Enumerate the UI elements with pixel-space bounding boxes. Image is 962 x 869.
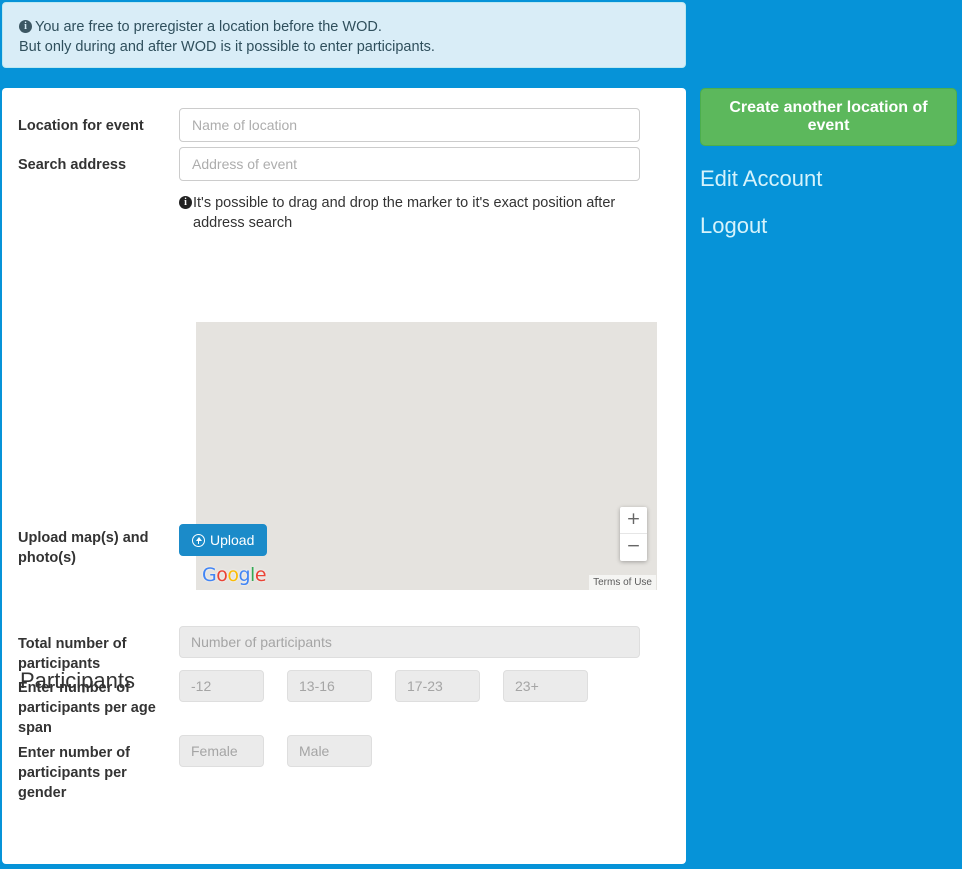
- age-input-13-16[interactable]: [287, 670, 372, 702]
- location-input[interactable]: [179, 108, 640, 142]
- info-alert: i You are free to preregister a location…: [2, 2, 686, 68]
- age-span-field-col: [179, 670, 668, 702]
- gender-input-male[interactable]: [287, 735, 372, 767]
- sidebar-link-logout[interactable]: Logout: [700, 212, 962, 240]
- sidebar: Create another location of event Edit Ac…: [690, 88, 962, 240]
- age-input-under-12[interactable]: [179, 670, 264, 702]
- info-circle-icon: i: [19, 20, 32, 33]
- age-span-label: Enter number of participants per age spa…: [18, 680, 156, 736]
- upload-button[interactable]: Upload: [179, 524, 268, 556]
- google-logo: Google: [202, 566, 267, 585]
- sidebar-link-edit-account[interactable]: Edit Account: [700, 165, 962, 193]
- gender-label: Enter number of participants per gender: [18, 745, 130, 801]
- gender-row: Enter number of participants per gender: [18, 735, 668, 803]
- address-label: Search address: [18, 157, 127, 173]
- gender-inputs: [179, 735, 668, 767]
- terms-of-use-link[interactable]: Terms of Use: [589, 575, 656, 590]
- create-another-location-button[interactable]: Create another location of event: [700, 88, 957, 146]
- alert-line-2: But only during and after WOD is it poss…: [19, 39, 435, 55]
- total-participants-label: Total number of participants: [18, 636, 127, 672]
- address-field-col: i It's possible to drag and drop the mar…: [179, 147, 668, 233]
- event-form-card: Location for event Search address i It's…: [2, 88, 686, 864]
- gender-field-col: [179, 735, 668, 767]
- location-label: Location for event: [18, 118, 144, 134]
- upload-arrow-icon: [192, 533, 205, 547]
- age-input-23-plus[interactable]: [503, 670, 588, 702]
- age-span-row: Enter number of participants per age spa…: [18, 670, 668, 738]
- info-circle-icon-hint: i: [179, 196, 192, 209]
- age-input-17-23[interactable]: [395, 670, 480, 702]
- total-participants-row: Total number of participants: [18, 626, 668, 674]
- upload-button-label: Upload: [210, 532, 255, 548]
- upload-label: Upload map(s) and photo(s): [18, 530, 149, 566]
- map-marker-hint: i It's possible to drag and drop the mar…: [179, 193, 644, 233]
- address-field-row: Search address i It's possible to drag a…: [18, 147, 668, 233]
- total-participants-field-col: [179, 626, 668, 658]
- location-field-col: [179, 108, 668, 142]
- page-root: i You are free to preregister a location…: [0, 0, 962, 869]
- alert-line-1: i You are free to preregister a location…: [19, 17, 669, 37]
- upload-field-row: Upload map(s) and photo(s) Upload: [18, 524, 668, 568]
- age-span-inputs: [179, 670, 668, 702]
- upload-field-col: Upload: [179, 524, 668, 556]
- alert-text-1: You are free to preregister a location b…: [35, 19, 382, 35]
- gender-input-female[interactable]: [179, 735, 264, 767]
- address-input[interactable]: [179, 147, 640, 181]
- map-hint-text: It's possible to drag and drop the marke…: [193, 195, 616, 231]
- total-participants-input[interactable]: [179, 626, 640, 658]
- location-field-row: Location for event: [18, 108, 668, 142]
